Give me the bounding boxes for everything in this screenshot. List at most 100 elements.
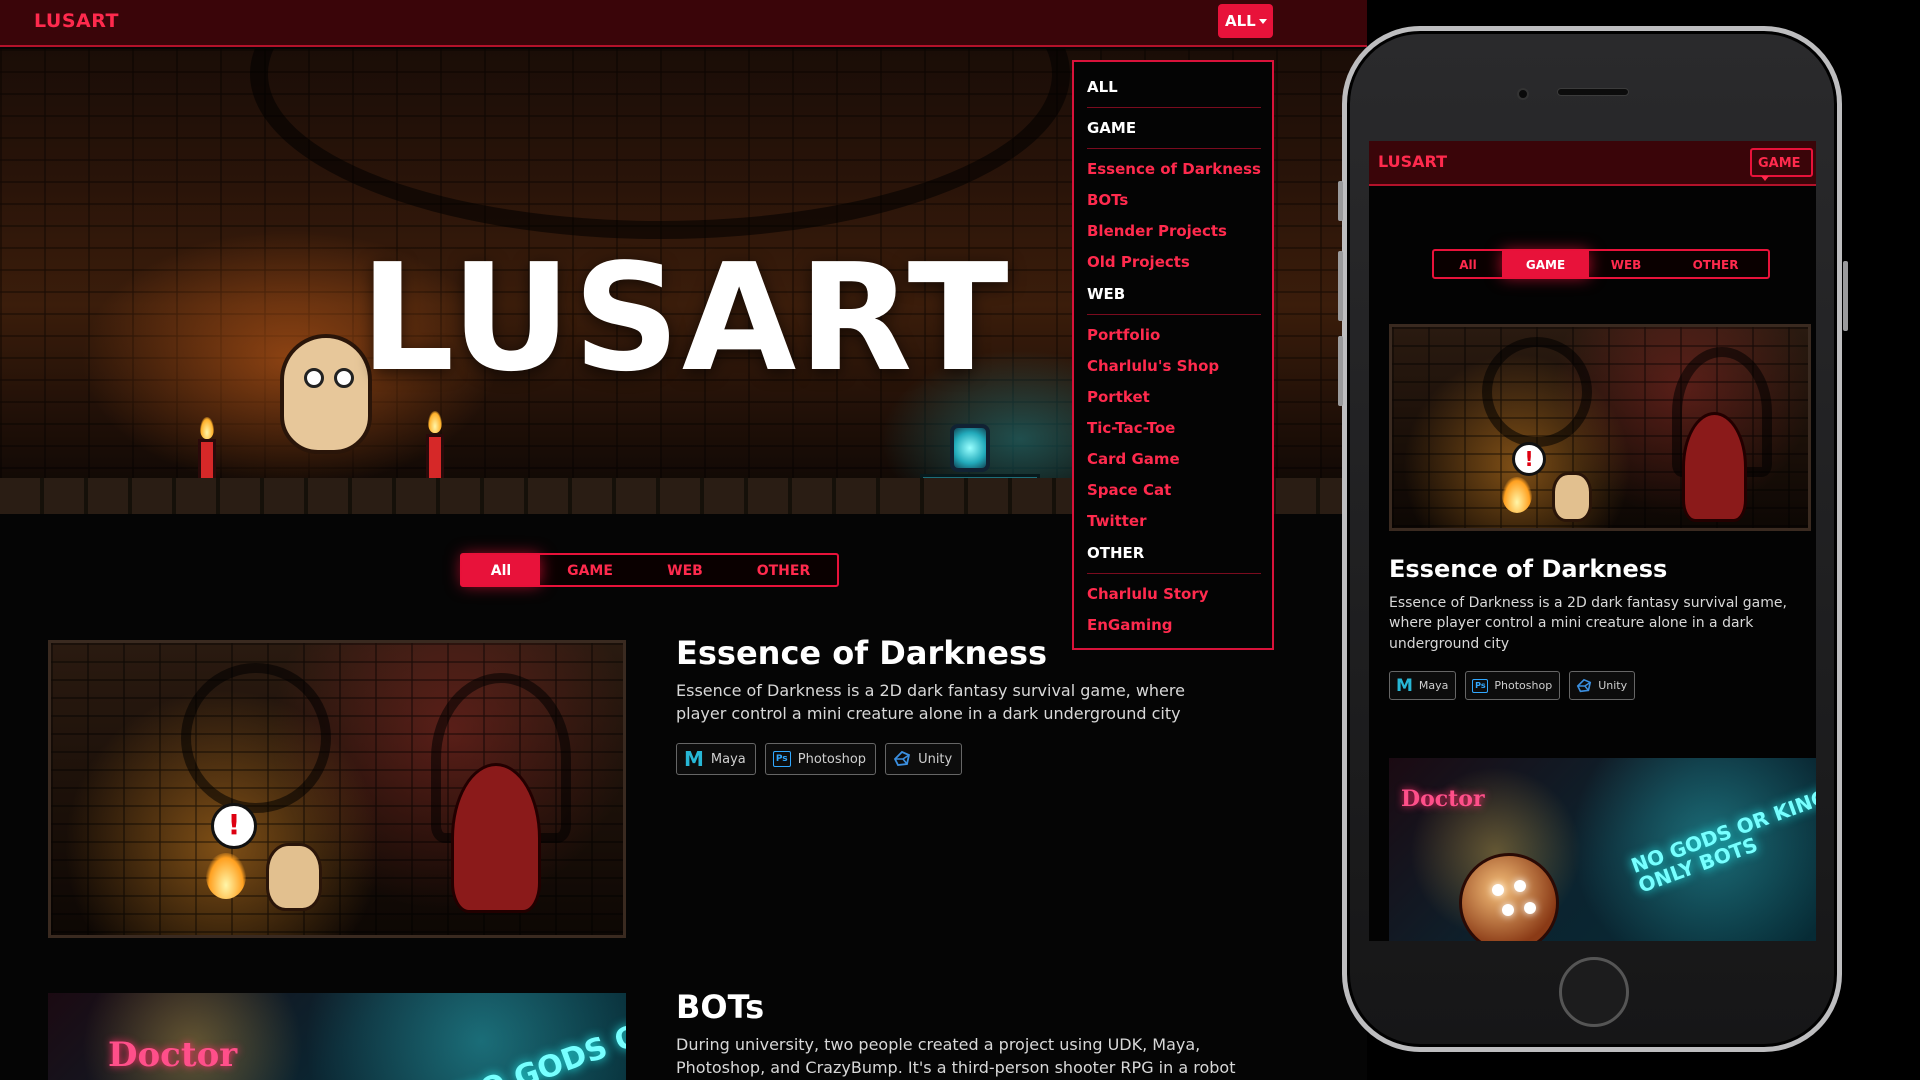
phone-mockup: LUSART GAME All GAME WEB OTHER ! Essence… [1338, 26, 1848, 1052]
dropdown-item-charlulu-story[interactable]: Charlulu Story [1087, 585, 1209, 603]
unity-icon [893, 750, 911, 768]
mobile-project-tags: M Maya Ps Photoshop Unity [1389, 671, 1636, 700]
dropdown-item-portfolio[interactable]: Portfolio [1087, 326, 1160, 344]
desktop-view: LUSART ALL LUSART All GAME WEB OTHER ! E… [0, 0, 1367, 1080]
tag-photoshop: Ps Photoshop [1465, 671, 1561, 700]
mobile-filter-tab-web[interactable]: WEB [1589, 251, 1663, 277]
photoshop-icon: Ps [772, 751, 791, 767]
dropdown-item-engaming[interactable]: EnGaming [1087, 616, 1173, 634]
mini-creature-illustration [280, 334, 372, 454]
flame-right [428, 411, 442, 433]
flame-left [200, 417, 214, 439]
dropdown-divider [1087, 573, 1261, 574]
mobile-screen: LUSART GAME All GAME WEB OTHER ! Essence… [1369, 141, 1816, 941]
tag-unity: Unity [885, 743, 963, 775]
dropdown-item-twitter[interactable]: Twitter [1087, 512, 1147, 530]
mobile-filter-tab-other[interactable]: OTHER [1663, 251, 1768, 277]
dropdown-item-old-projects[interactable]: Old Projects [1087, 253, 1190, 271]
neon-sign-doctor: Doctor [1401, 786, 1485, 812]
dropdown-item-portket[interactable]: Portket [1087, 388, 1150, 406]
tag-maya: M Maya [1389, 671, 1457, 700]
dropdown-item-essence-of-darkness[interactable]: Essence of Darkness [1087, 160, 1261, 178]
photoshop-icon: Ps [1472, 678, 1489, 693]
tag-label: Photoshop [1494, 679, 1553, 692]
mini-creature [1552, 472, 1592, 522]
caret-down-icon [1761, 176, 1769, 181]
dropdown-header-other[interactable]: OTHER [1087, 544, 1144, 562]
category-dropdown-button[interactable]: ALL [1218, 4, 1273, 38]
mobile-project-description: Essence of Darkness is a 2D dark fantasy… [1389, 595, 1787, 652]
alert-bubble: ! [211, 803, 257, 849]
lantern-illustration [950, 424, 990, 472]
project-title[interactable]: Essence of Darkness [676, 634, 1047, 672]
project-tags: M Maya Ps Photoshop Unity [676, 743, 963, 775]
phone-speaker [1557, 88, 1629, 96]
phone-home-button [1559, 957, 1629, 1027]
mobile-navbar: LUSART GAME [1369, 141, 1816, 186]
tag-label: Maya [1418, 679, 1449, 692]
mobile-dropdown-label: GAME [1758, 156, 1801, 171]
dropdown-item-bots[interactable]: BOTs [1087, 191, 1128, 209]
dropdown-item-blender-projects[interactable]: Blender Projects [1087, 222, 1227, 240]
filter-tab-all[interactable]: All [462, 555, 540, 585]
red-hooded-figure [1682, 412, 1747, 522]
brand-logo[interactable]: LUSART [34, 10, 119, 32]
neon-sign-kings: NO GODS OR KINGS [452, 993, 626, 1080]
phone-power-button [1843, 261, 1848, 331]
project-image-essence-of-darkness[interactable]: ! [48, 640, 626, 938]
project-description: Essence of Darkness is a 2D dark fantasy… [676, 681, 1185, 724]
mobile-filter-tab-all[interactable]: All [1434, 251, 1502, 277]
phone-volume-down [1338, 336, 1343, 406]
mobile-project-image-bots[interactable]: Doctor NO GODS OR KINGS ONLY BOTS [1389, 758, 1816, 941]
tag-label: Unity [918, 751, 953, 767]
filter-tab-web[interactable]: WEB [640, 555, 730, 585]
filter-tab-other[interactable]: OTHER [730, 555, 837, 585]
tag-photoshop: Ps Photoshop [764, 743, 877, 775]
round-window [181, 663, 331, 813]
candle-right [426, 434, 444, 482]
category-dropdown-menu: ALL GAME Essence of Darkness BOTs Blende… [1072, 60, 1274, 650]
unity-icon [1576, 678, 1592, 694]
phone-mute-switch [1338, 181, 1343, 221]
mobile-project-title[interactable]: Essence of Darkness [1389, 555, 1667, 583]
caret-down-icon [1258, 19, 1267, 24]
mobile-filter-tab-game[interactable]: GAME [1502, 251, 1589, 277]
dropdown-item-all[interactable]: ALL [1087, 78, 1118, 96]
neon-sign-doctor: Doctor [108, 1035, 238, 1075]
mobile-category-dropdown-button[interactable]: GAME [1750, 148, 1813, 181]
orb-light [1514, 880, 1526, 892]
round-window [1482, 337, 1592, 447]
project-description: During university, two people created a … [676, 1035, 1236, 1078]
dropdown-divider [1087, 107, 1261, 108]
orb-light [1492, 884, 1504, 896]
tag-label: Unity [1598, 679, 1628, 692]
filter-tab-game[interactable]: GAME [540, 555, 640, 585]
neon-sign-kings: NO GODS OR KINGS ONLY BOTS [1628, 779, 1816, 897]
dropdown-item-tic-tac-toe[interactable]: Tic-Tac-Toe [1087, 419, 1175, 437]
dropdown-divider [1087, 148, 1261, 149]
phone-volume-up [1338, 251, 1343, 321]
tag-unity: Unity [1569, 671, 1636, 700]
mobile-project-image-essence-of-darkness[interactable]: ! [1389, 324, 1811, 531]
orb-light [1524, 902, 1536, 914]
creature-eye-right [334, 368, 354, 388]
tag-maya: M Maya [676, 743, 756, 775]
category-dropdown-label: ALL [1225, 12, 1256, 30]
mobile-filter-tabs: All GAME WEB OTHER [1432, 249, 1770, 279]
dropdown-item-card-game[interactable]: Card Game [1087, 450, 1180, 468]
phone-camera [1517, 88, 1529, 100]
project-title[interactable]: BOTs [676, 988, 764, 1026]
maya-icon: M [1396, 675, 1413, 696]
dropdown-item-space-cat[interactable]: Space Cat [1087, 481, 1171, 499]
filter-tabs: All GAME WEB OTHER [460, 553, 839, 587]
dropdown-header-game[interactable]: GAME [1087, 119, 1136, 137]
creature-eye-left [304, 368, 324, 388]
mobile-brand-logo[interactable]: LUSART [1378, 152, 1447, 171]
robot-orb [1459, 853, 1559, 941]
dropdown-item-charlulus-shop[interactable]: Charlulu's Shop [1087, 357, 1219, 375]
mini-creature [266, 843, 322, 911]
hero-title: LUSART [360, 232, 1011, 404]
campfire [1502, 477, 1532, 513]
dropdown-header-web[interactable]: WEB [1087, 285, 1125, 303]
project-image-bots[interactable]: Doctor NO GODS OR KINGS [48, 993, 626, 1080]
